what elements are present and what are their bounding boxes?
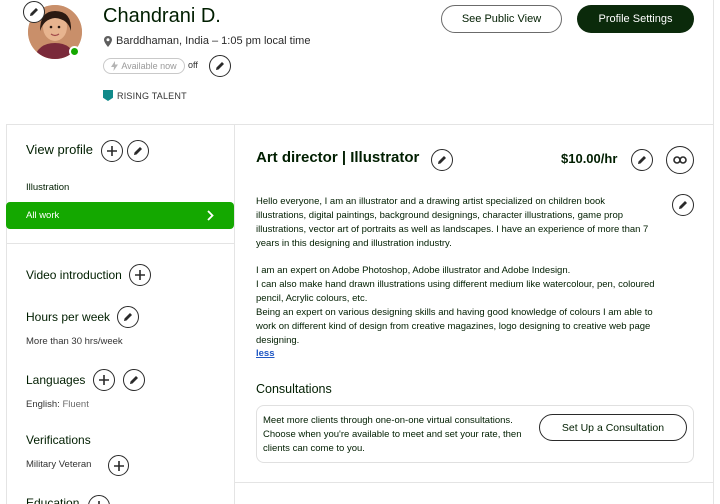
chevron-right-icon	[207, 210, 214, 221]
overview-paragraph-3: I can also make hand drawn illustrations…	[256, 279, 655, 304]
language-level: Fluent	[62, 399, 89, 410]
overview-paragraph-4: Being an expert on various designing ski…	[256, 307, 653, 346]
see-public-view-button[interactable]: See Public View	[441, 5, 562, 33]
edit-avatar-button[interactable]	[23, 1, 45, 23]
pencil-icon	[30, 8, 38, 16]
consultations-heading: Consultations	[256, 382, 332, 396]
hours-value: More than 30 hrs/week	[26, 336, 123, 347]
column-divider	[234, 124, 235, 504]
edit-rate-button[interactable]	[631, 149, 653, 171]
pencil-icon	[438, 156, 446, 164]
add-profile-button[interactable]	[101, 140, 123, 162]
plus-icon	[107, 146, 117, 156]
add-verification-button[interactable]	[108, 455, 129, 476]
edit-profile-button[interactable]	[127, 140, 149, 162]
profile-settings-button[interactable]: Profile Settings	[577, 5, 694, 33]
pencil-icon	[638, 156, 646, 164]
pencil-icon	[216, 62, 224, 70]
all-work-tab[interactable]: All work	[6, 202, 234, 229]
languages-heading: Languages	[26, 373, 86, 387]
set-up-consultation-button[interactable]: Set Up a Consultation	[539, 414, 687, 441]
edit-availability-button[interactable]	[209, 55, 231, 77]
rising-talent-badge: RISING TALENT	[103, 90, 187, 101]
location-pin-icon	[104, 35, 112, 47]
add-video-intro-button[interactable]	[129, 264, 151, 286]
availability-toggle[interactable]: Available now	[103, 58, 185, 74]
edit-languages-button[interactable]	[123, 369, 145, 391]
edit-hours-button[interactable]	[117, 306, 139, 328]
online-status-dot	[69, 46, 80, 57]
plus-icon	[99, 375, 109, 385]
edit-title-button[interactable]	[431, 149, 453, 171]
plus-icon	[113, 460, 124, 471]
specialized-profile-illustration[interactable]: Illustration	[26, 182, 69, 193]
add-language-button[interactable]	[93, 369, 115, 391]
education-heading: Education	[26, 496, 80, 504]
bolt-icon	[111, 61, 119, 71]
profile-title: Art director | Illustrator	[256, 149, 420, 166]
left-section-divider	[6, 243, 234, 244]
availability-label: Available now	[121, 61, 177, 71]
add-education-button[interactable]	[88, 495, 110, 504]
hourly-rate: $10.00/hr	[561, 151, 618, 166]
all-work-label: All work	[26, 210, 60, 221]
overview-paragraph-1: Hello everyone, I am an illustrator and …	[256, 196, 649, 249]
copy-link-button[interactable]	[666, 146, 694, 174]
header-divider	[6, 124, 714, 125]
hours-per-week-heading: Hours per week	[26, 310, 111, 324]
location-text: Barddhaman, India – 1:05 pm local time	[116, 35, 311, 47]
availability-state: off	[188, 60, 198, 70]
pencil-icon	[130, 376, 138, 384]
consultations-text: Meet more clients through one-on-one vir…	[263, 415, 522, 454]
language-name: English:	[26, 399, 60, 410]
main-bottom-divider	[234, 482, 714, 483]
plus-icon	[135, 270, 145, 280]
rising-talent-label: RISING TALENT	[117, 90, 187, 101]
pencil-icon	[124, 313, 132, 321]
profile-name: Chandrani D.	[103, 5, 221, 27]
link-icon	[673, 156, 687, 164]
edit-description-button[interactable]	[672, 194, 694, 216]
view-profile-heading: View profile	[26, 142, 93, 157]
location-line: Barddhaman, India – 1:05 pm local time	[104, 35, 310, 47]
left-border	[6, 124, 7, 504]
right-border	[713, 0, 714, 504]
pencil-icon	[134, 147, 142, 155]
verifications-heading: Verifications	[26, 433, 91, 447]
show-less-link[interactable]: less	[256, 348, 275, 359]
pencil-icon	[679, 201, 687, 209]
plus-icon	[98, 501, 100, 504]
overview-paragraph-2: I am an expert on Adobe Photoshop, Adobe…	[256, 265, 571, 276]
shield-badge-icon	[103, 90, 113, 101]
verification-item: Military Veteran	[26, 459, 92, 470]
language-entry: English: Fluent	[26, 399, 89, 410]
video-intro-heading: Video introduction	[26, 268, 122, 282]
